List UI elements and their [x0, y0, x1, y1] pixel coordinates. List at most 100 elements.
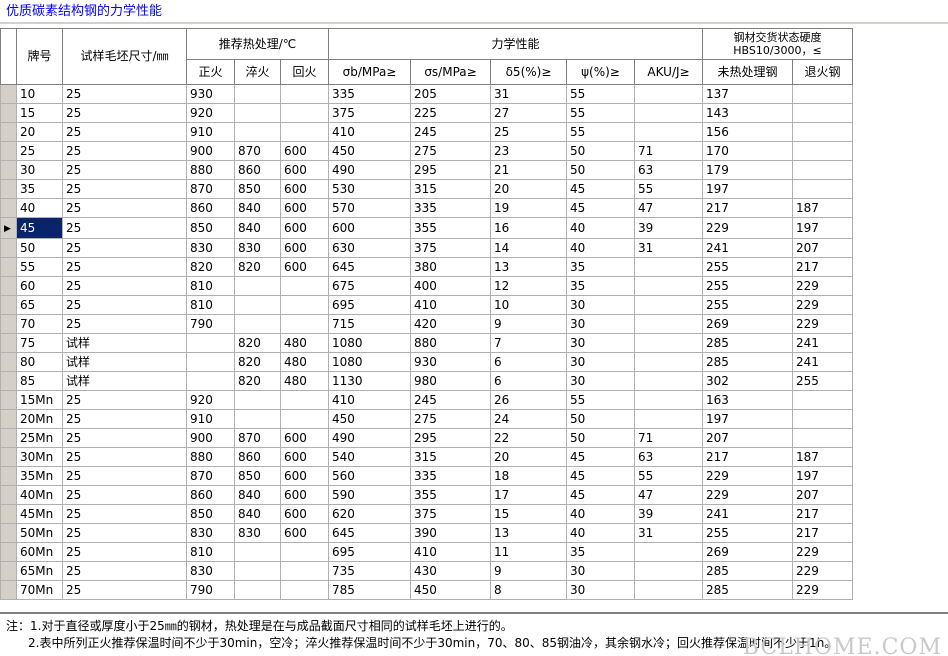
table-row[interactable]: 25Mn 25 900 870 600 490 295 22 50 71 207: [0, 428, 853, 448]
row-selector[interactable]: [0, 257, 17, 277]
cell-sigma-s[interactable]: 275: [410, 409, 491, 429]
cell-sigma-b[interactable]: 1080: [328, 352, 411, 372]
row-selector[interactable]: [0, 103, 17, 123]
cell-quenching[interactable]: 820: [234, 333, 281, 353]
cell-sigma-b[interactable]: 560: [328, 466, 411, 486]
cell-blank-size[interactable]: 25: [62, 542, 187, 562]
cell-sigma-s[interactable]: 930: [410, 352, 491, 372]
row-selector[interactable]: [0, 428, 17, 448]
cell-aku[interactable]: 63: [634, 447, 703, 467]
cell-untreated[interactable]: 229: [702, 485, 793, 505]
col-header-blank-size[interactable]: 试样毛坯尺寸/㎜: [62, 28, 187, 85]
table-row[interactable]: 50 25 830 830 600 630 375 14 40 31 241 207: [0, 238, 853, 258]
cell-annealed[interactable]: [792, 84, 853, 104]
cell-delta5[interactable]: 22: [490, 428, 567, 448]
cell-untreated[interactable]: 285: [702, 561, 793, 581]
cell-sigma-b[interactable]: 695: [328, 542, 411, 562]
row-selector[interactable]: [0, 466, 17, 486]
cell-sigma-b[interactable]: 335: [328, 84, 411, 104]
cell-blank-size[interactable]: 25: [62, 314, 187, 334]
cell-aku[interactable]: [634, 580, 703, 600]
cell-sigma-b[interactable]: 1080: [328, 333, 411, 353]
col-header-sigma-b[interactable]: σb/MPa≥: [328, 59, 411, 85]
cell-untreated[interactable]: 143: [702, 103, 793, 123]
cell-blank-size[interactable]: 25: [62, 217, 187, 239]
cell-delta5[interactable]: 7: [490, 333, 567, 353]
cell-sigma-b[interactable]: 375: [328, 103, 411, 123]
table-row[interactable]: 35Mn 25 870 850 600 560 335 18 45 55 229 197: [0, 466, 853, 486]
cell-psi[interactable]: 30: [566, 295, 635, 315]
col-header-sigma-s[interactable]: σs/MPa≥: [410, 59, 491, 85]
cell-aku[interactable]: 39: [634, 504, 703, 524]
cell-sigma-s[interactable]: 315: [410, 179, 491, 199]
cell-sigma-b[interactable]: 410: [328, 122, 411, 142]
cell-quenching[interactable]: 870: [234, 141, 281, 161]
cell-quenching[interactable]: 850: [234, 179, 281, 199]
cell-quenching[interactable]: [234, 409, 281, 429]
cell-normalizing[interactable]: 910: [186, 122, 235, 142]
cell-quenching[interactable]: 840: [234, 198, 281, 218]
cell-blank-size[interactable]: 25: [62, 179, 187, 199]
cell-annealed[interactable]: 217: [792, 504, 853, 524]
row-selector[interactable]: [0, 523, 17, 543]
col-header-tempering[interactable]: 回火: [280, 59, 329, 85]
cell-quenching[interactable]: [234, 103, 281, 123]
row-selector[interactable]: [0, 141, 17, 161]
cell-blank-size[interactable]: 25: [62, 409, 187, 429]
cell-normalizing[interactable]: 810: [186, 295, 235, 315]
cell-normalizing[interactable]: 920: [186, 390, 235, 410]
cell-aku[interactable]: [634, 276, 703, 296]
cell-annealed[interactable]: 229: [792, 542, 853, 562]
cell-normalizing[interactable]: 930: [186, 84, 235, 104]
cell-tempering[interactable]: 600: [280, 504, 329, 524]
cell-untreated[interactable]: 197: [702, 179, 793, 199]
cell-annealed[interactable]: 187: [792, 447, 853, 467]
cell-aku[interactable]: [634, 561, 703, 581]
table-row[interactable]: ▶ 45 25 850 840 600 600 355 16 40 39 229 197: [0, 217, 853, 239]
cell-aku[interactable]: 55: [634, 179, 703, 199]
cell-delta5[interactable]: 16: [490, 217, 567, 239]
cell-delta5[interactable]: 17: [490, 485, 567, 505]
cell-sigma-s[interactable]: 225: [410, 103, 491, 123]
cell-delta5[interactable]: 26: [490, 390, 567, 410]
cell-quenching[interactable]: 860: [234, 160, 281, 180]
cell-blank-size[interactable]: 25: [62, 160, 187, 180]
cell-untreated[interactable]: 197: [702, 409, 793, 429]
cell-untreated[interactable]: 229: [702, 217, 793, 239]
cell-psi[interactable]: 30: [566, 352, 635, 372]
row-selector[interactable]: [0, 447, 17, 467]
cell-blank-size[interactable]: 25: [62, 295, 187, 315]
table-row[interactable]: 55 25 820 820 600 645 380 13 35 255 217: [0, 257, 853, 277]
table-row[interactable]: 15 25 920 375 225 27 55 143: [0, 103, 853, 123]
cell-blank-size[interactable]: 25: [62, 276, 187, 296]
cell-normalizing[interactable]: 830: [186, 561, 235, 581]
cell-blank-size[interactable]: 25: [62, 198, 187, 218]
cell-annealed[interactable]: 229: [792, 580, 853, 600]
cell-grade[interactable]: 60Mn: [16, 542, 63, 562]
cell-annealed[interactable]: 197: [792, 217, 853, 239]
cell-sigma-s[interactable]: 275: [410, 141, 491, 161]
cell-normalizing[interactable]: [186, 371, 235, 391]
cell-psi[interactable]: 45: [566, 485, 635, 505]
table-row[interactable]: 60 25 810 675 400 12 35 255 229: [0, 276, 853, 296]
cell-psi[interactable]: 50: [566, 141, 635, 161]
cell-sigma-s[interactable]: 390: [410, 523, 491, 543]
cell-delta5[interactable]: 12: [490, 276, 567, 296]
cell-quenching[interactable]: 820: [234, 257, 281, 277]
row-selector[interactable]: ▶: [0, 217, 17, 239]
cell-annealed[interactable]: [792, 141, 853, 161]
cell-quenching[interactable]: 860: [234, 447, 281, 467]
cell-annealed[interactable]: [792, 122, 853, 142]
row-selector[interactable]: [0, 542, 17, 562]
cell-untreated[interactable]: 255: [702, 523, 793, 543]
row-selector[interactable]: [0, 504, 17, 524]
table-row[interactable]: 10 25 930 335 205 31 55 137: [0, 84, 853, 104]
cell-sigma-b[interactable]: 620: [328, 504, 411, 524]
row-selector[interactable]: [0, 179, 17, 199]
cell-aku[interactable]: 31: [634, 238, 703, 258]
cell-blank-size[interactable]: 25: [62, 580, 187, 600]
cell-delta5[interactable]: 20: [490, 447, 567, 467]
cell-psi[interactable]: 45: [566, 198, 635, 218]
cell-delta5[interactable]: 9: [490, 561, 567, 581]
cell-aku[interactable]: [634, 122, 703, 142]
